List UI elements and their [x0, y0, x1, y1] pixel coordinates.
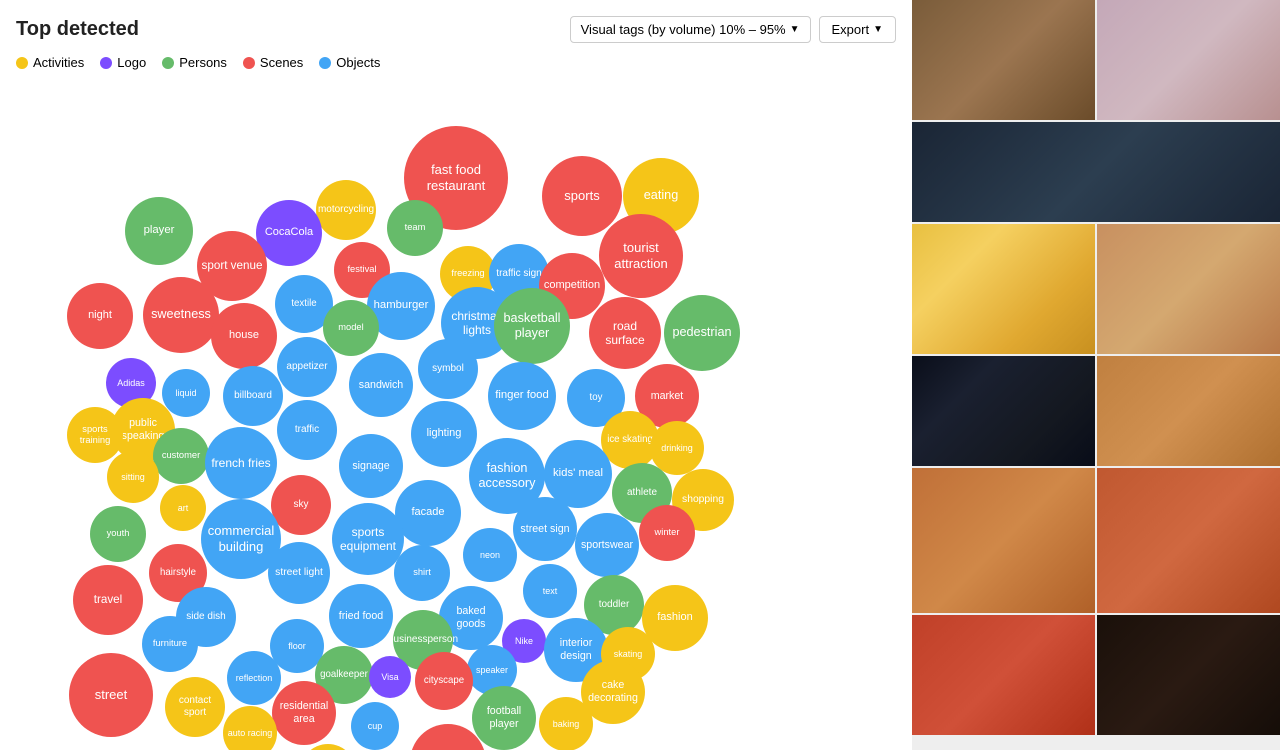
bubble-youth[interactable]: youth	[90, 506, 146, 562]
bubble-fried-food[interactable]: fried food	[329, 584, 393, 648]
bubble-art[interactable]: art	[160, 485, 206, 531]
bubble-player[interactable]: player	[125, 197, 193, 265]
bubble-sitting[interactable]: sitting	[107, 451, 159, 503]
header: Top detected Visual tags (by volume) 10%…	[16, 16, 896, 43]
bubble-street-sign[interactable]: street sign	[513, 497, 577, 561]
bubble-basketball-player[interactable]: basketball player	[494, 288, 570, 364]
bubble-football-player[interactable]: football player	[472, 686, 536, 750]
bubble-symbol[interactable]: symbol	[418, 339, 478, 399]
bubble-motorcycling[interactable]: motorcycling	[316, 180, 376, 240]
legend-item-activities: Activities	[16, 55, 84, 70]
thumbnail-10[interactable]	[912, 615, 1095, 735]
bubble-play[interactable]: play	[300, 744, 356, 750]
bubble-model[interactable]: model	[323, 300, 379, 356]
bubble-signage[interactable]: signage	[339, 434, 403, 498]
bubble-night[interactable]: night	[67, 283, 133, 349]
bubble-street[interactable]: street	[69, 653, 153, 737]
bubble-reflection[interactable]: reflection	[227, 651, 281, 705]
bubble-lighting[interactable]: lighting	[411, 401, 477, 467]
bubble-sports[interactable]: sports	[542, 156, 622, 236]
legend-item-logo: Logo	[100, 55, 146, 70]
bubble-appetizer[interactable]: appetizer	[277, 337, 337, 397]
bubble-sky[interactable]: sky	[271, 475, 331, 535]
thumbnail-8[interactable]	[912, 468, 1095, 613]
bubble-neon[interactable]: neon	[463, 528, 517, 582]
bubble-sportswear[interactable]: sportswear	[575, 513, 639, 577]
bubble-pedestrian[interactable]: pedestrian	[664, 295, 740, 371]
thumbnail-4[interactable]	[912, 224, 1095, 354]
bubble-sandwich[interactable]: sandwich	[349, 353, 413, 417]
bubble-sports-training[interactable]: sports training	[67, 407, 123, 463]
controls: Visual tags (by volume) 10% – 95% ▼ Expo…	[570, 16, 896, 43]
thumbnail-6[interactable]	[912, 356, 1095, 466]
legend-dot-activities	[16, 57, 28, 69]
export-label: Export	[832, 22, 870, 37]
bubble-chart: fast food restaurantsportseatingplayermo…	[16, 78, 896, 698]
page-title: Top detected	[16, 18, 139, 41]
legend-label-persons: Persons	[179, 55, 227, 70]
bubble-facade[interactable]: facade	[395, 480, 461, 546]
export-button[interactable]: Export ▼	[819, 16, 896, 43]
bubble-french-fries[interactable]: french fries	[205, 427, 277, 499]
thumbnail-11[interactable]	[1097, 615, 1280, 735]
bubble-cocacola[interactable]: CocaCola	[256, 200, 322, 266]
image-grid	[912, 0, 1280, 750]
legend-item-scenes: Scenes	[243, 55, 303, 70]
bubble-baking[interactable]: baking	[539, 697, 593, 750]
bubble-winter[interactable]: winter	[639, 505, 695, 561]
bubble-customer[interactable]: customer	[153, 428, 209, 484]
legend-label-activities: Activities	[33, 55, 84, 70]
legend-dot-logo	[100, 57, 112, 69]
legend-label-scenes: Scenes	[260, 55, 303, 70]
bubble-traffic[interactable]: traffic	[277, 400, 337, 460]
thumbnail-3[interactable]	[912, 122, 1280, 222]
legend-label-objects: Objects	[336, 55, 380, 70]
chevron-down-icon: ▼	[790, 24, 800, 35]
bubble-residential-area[interactable]: residential area	[272, 681, 336, 745]
main-container: Top detected Visual tags (by volume) 10%…	[0, 0, 1280, 750]
bubble-shirt[interactable]: shirt	[394, 545, 450, 601]
legend-item-objects: Objects	[319, 55, 380, 70]
bubble-finger-food[interactable]: finger food	[488, 362, 556, 430]
bubble-road-surface[interactable]: road surface	[589, 297, 661, 369]
filter-button[interactable]: Visual tags (by volume) 10% – 95% ▼	[570, 16, 811, 43]
bubble-cup[interactable]: cup	[351, 702, 399, 750]
bubble-billboard[interactable]: billboard	[223, 366, 283, 426]
legend-dot-objects	[319, 57, 331, 69]
bubble-sports-equipment[interactable]: sports equipment	[332, 503, 404, 575]
thumbnail-2[interactable]	[1097, 0, 1280, 120]
bubble-sweetness[interactable]: sweetness	[143, 277, 219, 353]
filter-label: Visual tags (by volume) 10% – 95%	[581, 22, 786, 37]
legend-label-logo: Logo	[117, 55, 146, 70]
bubble-team[interactable]: team	[387, 200, 443, 256]
bubble-street-light[interactable]: street light	[268, 542, 330, 604]
bubble-contact-sport[interactable]: contact sport	[165, 677, 225, 737]
bubble-cityscape[interactable]: cityscape	[415, 652, 473, 710]
bubble-tourist-attraction[interactable]: tourist attraction	[599, 214, 683, 298]
bubble-text[interactable]: text	[523, 564, 577, 618]
bubble-furniture[interactable]: furniture	[142, 616, 198, 672]
thumbnail-1[interactable]	[912, 0, 1095, 120]
bubble-visa[interactable]: Visa	[369, 656, 411, 698]
thumbnail-5[interactable]	[1097, 224, 1280, 354]
thumbnail-9[interactable]	[1097, 468, 1280, 613]
thumbnail-7[interactable]	[1097, 356, 1280, 466]
legend-item-persons: Persons	[162, 55, 227, 70]
bubble-liquid[interactable]: liquid	[162, 369, 210, 417]
bubble-house[interactable]: house	[211, 303, 277, 369]
bubble-travel[interactable]: travel	[73, 565, 143, 635]
legend-dot-scenes	[243, 57, 255, 69]
legend: Activities Logo Persons Scenes Objects	[16, 55, 896, 70]
bubble-auto-racing[interactable]: auto racing	[223, 706, 277, 750]
legend-dot-persons	[162, 57, 174, 69]
chevron-down-icon: ▼	[873, 24, 883, 35]
left-panel: Top detected Visual tags (by volume) 10%…	[0, 0, 912, 750]
